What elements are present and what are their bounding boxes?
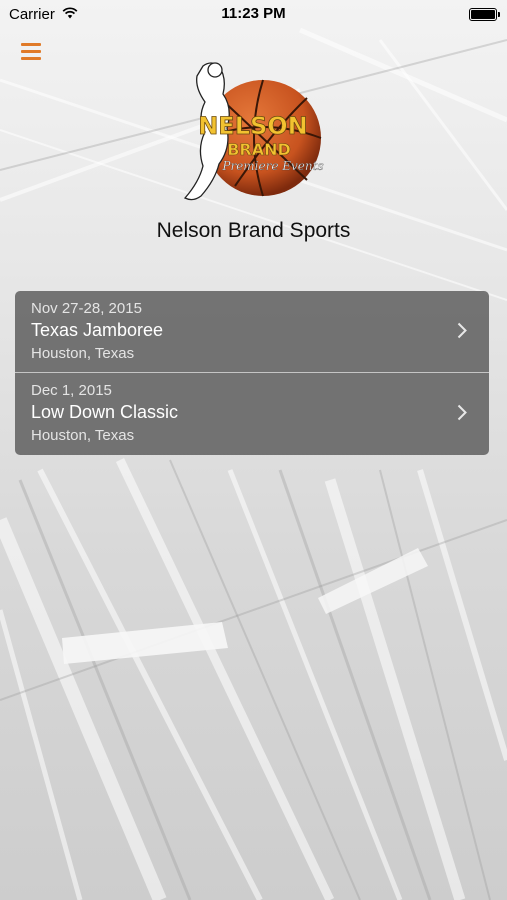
logo-line2-text: BRAND [227, 140, 291, 159]
event-date: Nov 27-28, 2015 [31, 300, 142, 317]
event-item-texas-jamboree[interactable]: Nov 27-28, 2015 Texas Jamboree Houston, … [15, 291, 489, 372]
nelson-brand-logo: NELSON BRAND Premiere Events [183, 62, 324, 201]
event-location: Houston, Texas [31, 345, 135, 362]
battery-icon [469, 8, 500, 21]
event-date: Dec 1, 2015 [31, 382, 112, 399]
hamburger-icon[interactable] [20, 40, 44, 62]
logo-line1-text: NELSON [198, 112, 308, 140]
event-list: Nov 27-28, 2015 Texas Jamboree Houston, … [15, 291, 489, 455]
page-title: Nelson Brand Sports [156, 219, 351, 242]
chevron-right-icon [457, 404, 467, 421]
status-time: 11:23 PM [221, 5, 286, 22]
status-bar: Carrier 11:23 PM [0, 0, 507, 28]
event-location: Houston, Texas [31, 427, 135, 444]
logo-line3-text: Premiere Events [221, 159, 323, 173]
event-name: Low Down Classic [31, 402, 179, 422]
event-name: Texas Jamboree [31, 320, 164, 340]
chevron-right-icon [457, 322, 467, 339]
event-item-low-down-classic[interactable]: Dec 1, 2015 Low Down Classic Houston, Te… [15, 373, 489, 455]
